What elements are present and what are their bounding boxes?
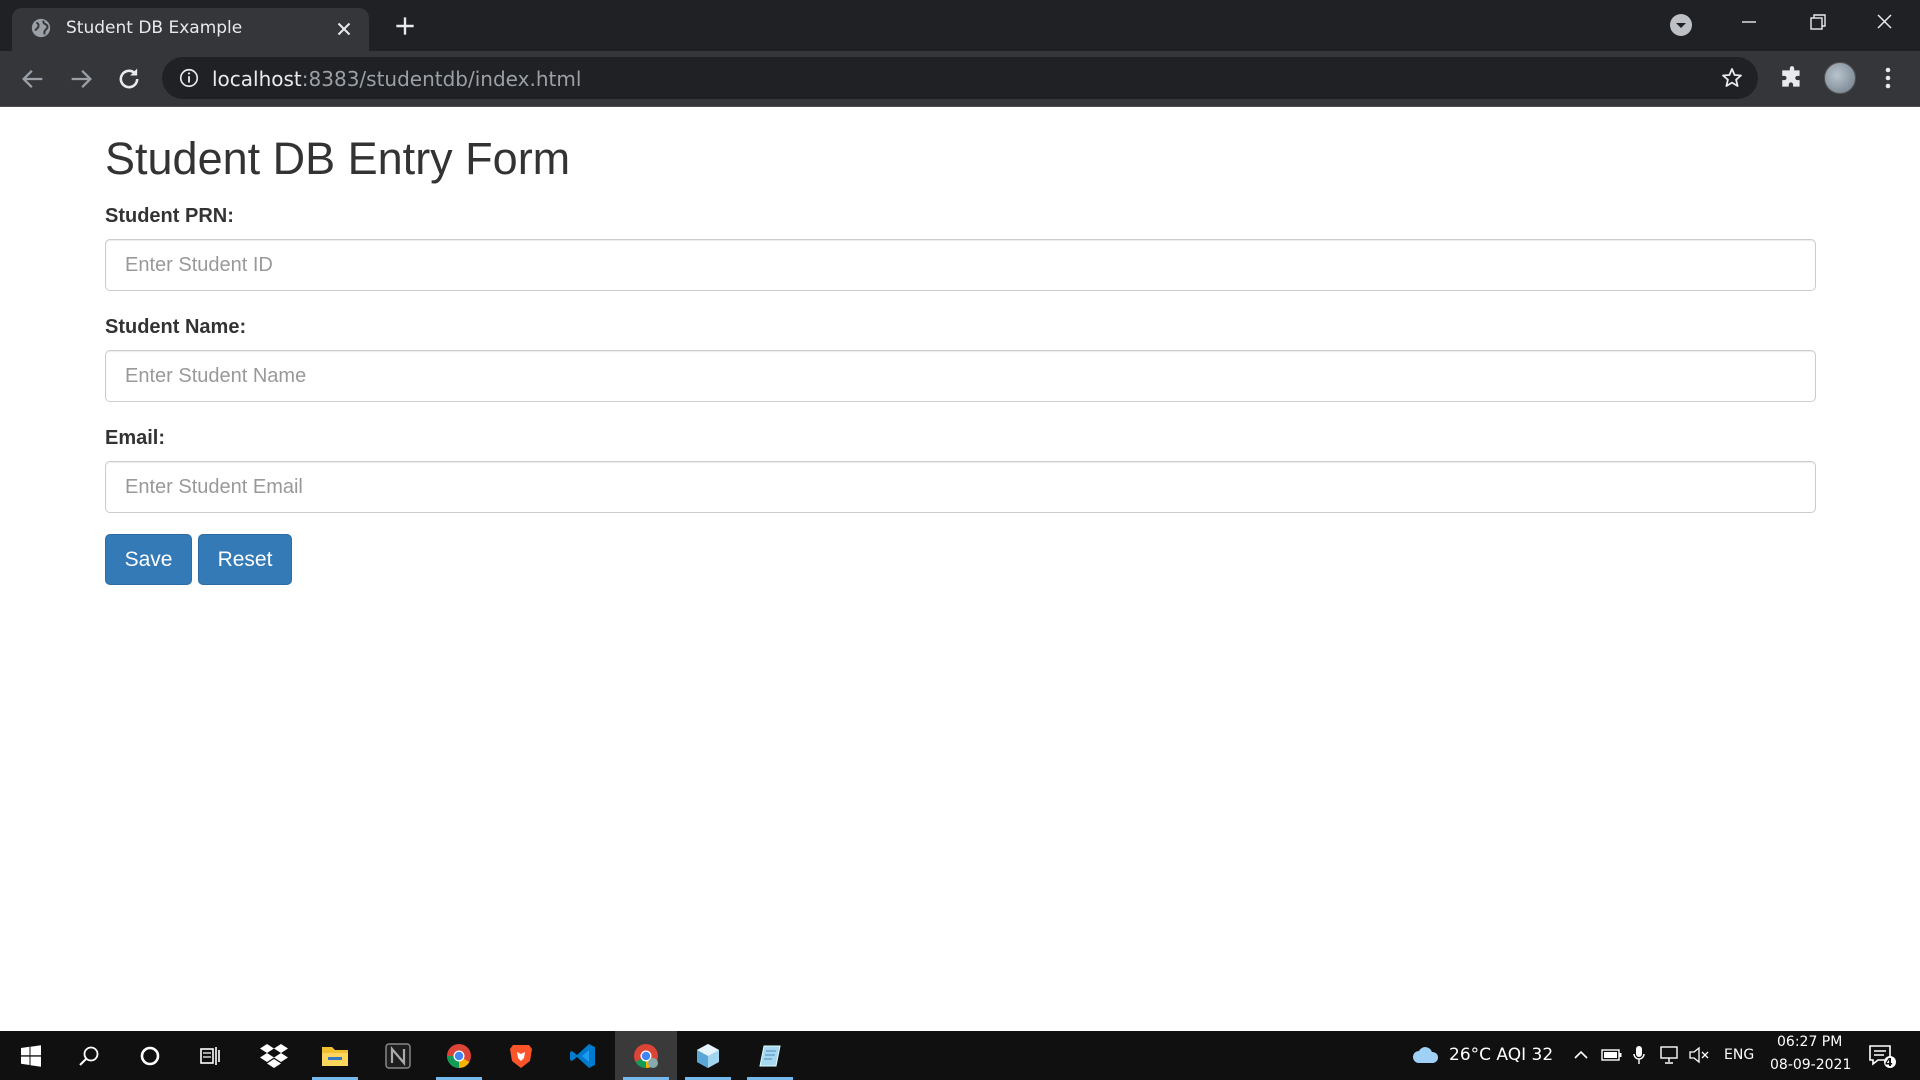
tab-search-icon[interactable]: [1669, 13, 1693, 37]
student-name-input[interactable]: [105, 350, 1816, 402]
task-view-icon: [200, 1046, 220, 1065]
file-explorer-app[interactable]: [304, 1031, 366, 1080]
search-icon: [79, 1046, 99, 1066]
url-text: localhost:8383/studentdb/index.html: [212, 67, 581, 91]
dropbox-app[interactable]: [243, 1031, 305, 1080]
notification-icon[interactable]: [1868, 1043, 1898, 1069]
brave-icon: [510, 1044, 532, 1068]
save-button[interactable]: Save: [105, 534, 192, 585]
vscode-icon: [570, 1043, 595, 1068]
file-explorer-icon: [322, 1046, 348, 1066]
address-bar[interactable]: localhost:8383/studentdb/index.html: [162, 57, 1758, 99]
windows-start-icon: [21, 1044, 41, 1067]
notion-icon: [385, 1042, 411, 1069]
student-email-input[interactable]: [105, 461, 1816, 513]
close-window-icon[interactable]: [1870, 10, 1898, 34]
battery-icon[interactable]: [1601, 1047, 1623, 1063]
windows-taskbar: 26°C AQI 32 ENG 06:27 PM 08-09-2021 4: [0, 1031, 1920, 1080]
name-label: Student Name:: [105, 316, 247, 338]
clock-time[interactable]: 06:27 PM: [1777, 1034, 1842, 1050]
netbeans-icon: [697, 1043, 719, 1068]
chevron-up-icon[interactable]: [1572, 1047, 1590, 1063]
network-icon[interactable]: [1659, 1045, 1681, 1065]
new-tab-icon[interactable]: [392, 13, 418, 39]
brave-app[interactable]: [490, 1031, 552, 1080]
weather-text[interactable]: 26°C AQI 32: [1449, 1045, 1553, 1065]
browser-toolbar: localhost:8383/studentdb/index.html: [0, 51, 1920, 107]
dropbox-icon: [260, 1043, 288, 1068]
cortana-button[interactable]: [119, 1031, 181, 1080]
page-title: Student DB Entry Form: [105, 133, 571, 184]
notion-app[interactable]: [367, 1031, 429, 1080]
microphone-icon[interactable]: [1631, 1044, 1647, 1066]
bookmark-star-icon[interactable]: [1720, 66, 1744, 90]
volume-muted-icon[interactable]: [1688, 1046, 1710, 1064]
globe-icon: [31, 18, 51, 38]
extensions-icon[interactable]: [1779, 65, 1805, 91]
student-prn-input[interactable]: [105, 239, 1816, 291]
site-info-icon[interactable]: [178, 67, 200, 89]
minimize-icon[interactable]: [1735, 10, 1763, 34]
cloud-icon[interactable]: [1411, 1043, 1439, 1065]
chrome-active-app[interactable]: [615, 1031, 677, 1080]
vscode-app[interactable]: [552, 1031, 614, 1080]
start-button[interactable]: [0, 1031, 62, 1080]
email-label: Email:: [105, 427, 166, 449]
cortana-icon: [140, 1046, 160, 1065]
reset-button[interactable]: Reset: [198, 534, 292, 585]
clock-date[interactable]: 08-09-2021: [1770, 1057, 1851, 1073]
task-view-button[interactable]: [179, 1031, 241, 1080]
url-path: :8383/studentdb/index.html: [301, 67, 582, 91]
page-content: Student DB Entry Form Student PRN: Stude…: [0, 107, 1920, 1031]
url-host: localhost: [212, 67, 302, 91]
notes-app[interactable]: [739, 1031, 801, 1080]
notes-icon: [759, 1045, 781, 1066]
search-button[interactable]: [58, 1031, 120, 1080]
prn-label: Student PRN:: [105, 205, 234, 227]
tab-title: Student DB Example: [66, 18, 243, 38]
browser-tab-strip: Student DB Example: [0, 0, 1920, 51]
browser-tab[interactable]: Student DB Example: [12, 8, 369, 51]
chrome-active-icon: [634, 1043, 658, 1068]
netbeans-app[interactable]: [677, 1031, 739, 1080]
profile-avatar[interactable]: [1824, 62, 1856, 94]
reload-icon[interactable]: [115, 65, 143, 93]
chrome-icon: [447, 1043, 471, 1068]
more-menu-icon[interactable]: [1876, 65, 1900, 91]
language-indicator[interactable]: ENG: [1724, 1047, 1754, 1063]
notification-count: 4: [1885, 1056, 1893, 1069]
close-tab-icon[interactable]: [333, 18, 355, 40]
restore-icon[interactable]: [1803, 10, 1831, 34]
forward-icon[interactable]: [67, 65, 95, 93]
chrome-app[interactable]: [428, 1031, 490, 1080]
back-icon[interactable]: [19, 65, 47, 93]
